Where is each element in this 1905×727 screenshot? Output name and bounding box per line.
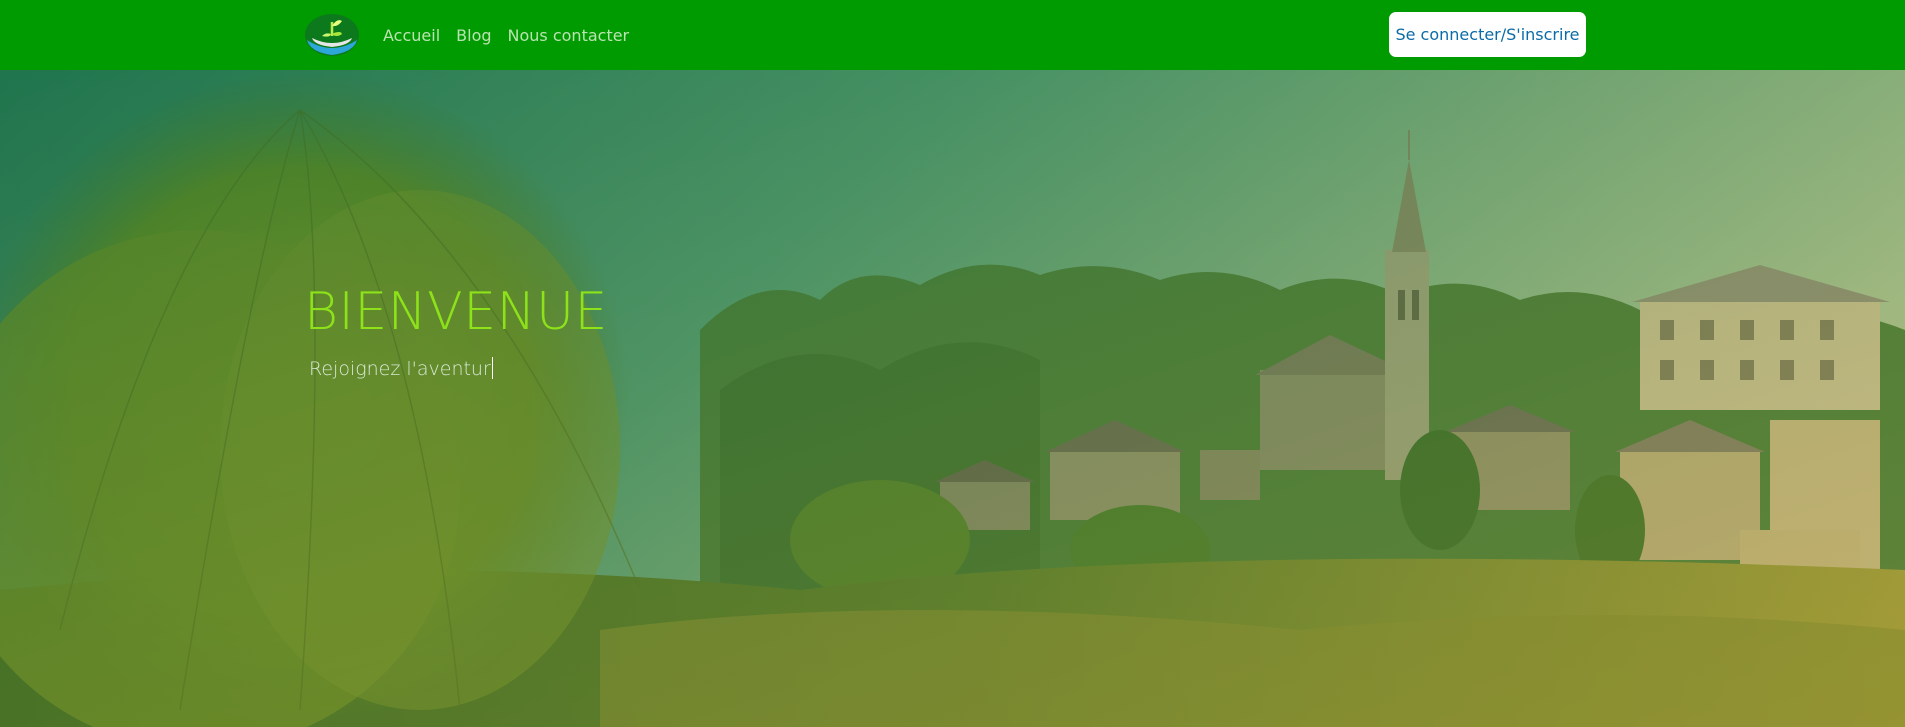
navbar: Accueil Blog Nous contacter Se connecter… [0,0,1905,70]
hero-title: BIENVENUE [304,282,608,342]
hero-background-image [0,70,1905,727]
nav-link-contact[interactable]: Nous contacter [508,26,630,45]
login-register-button[interactable]: Se connecter/S'inscrire [1389,12,1586,57]
nav-link-blog[interactable]: Blog [456,26,491,45]
page: Accueil Blog Nous contacter Se connecter… [0,0,1905,727]
nav-links: Accueil Blog Nous contacter [383,0,629,70]
hero-section: BIENVENUE Rejoignez l'aventur [0,70,1905,727]
text-cursor [491,357,493,379]
nav-link-accueil[interactable]: Accueil [383,26,440,45]
logo-icon[interactable] [304,12,360,58]
hero-subtitle: Rejoignez l'aventur [309,357,493,380]
hero-subtitle-text: Rejoignez l'aventur [309,358,491,380]
